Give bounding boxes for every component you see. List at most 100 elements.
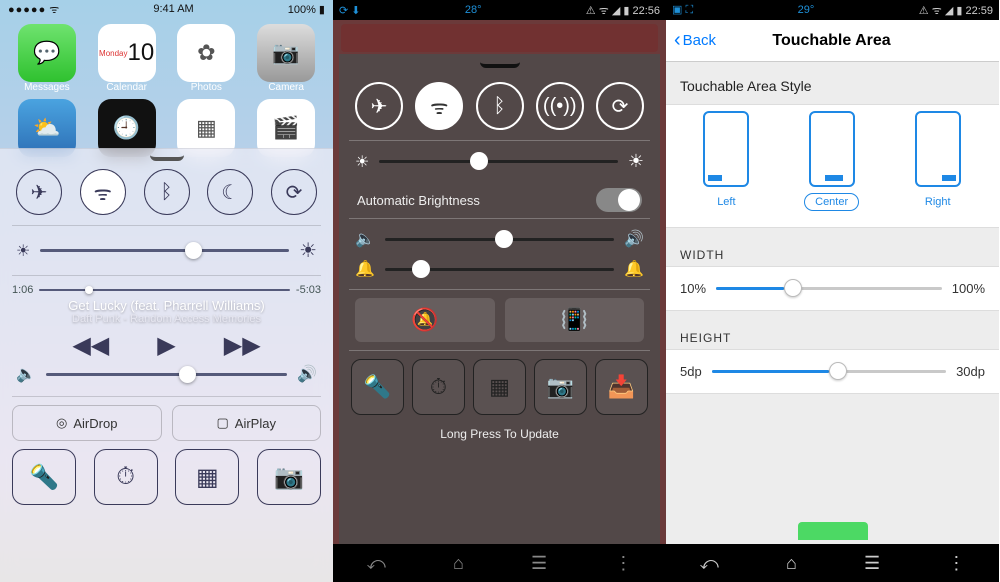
shortcut-row: 🔦⏱▦📷📥 (349, 351, 650, 423)
battery: 100% ▮ (288, 3, 325, 16)
home-button[interactable]: ⌂ (453, 553, 464, 574)
calculator-shortcut[interactable]: ▦ (473, 359, 526, 415)
app-camera[interactable]: 📷Camera (249, 24, 323, 93)
camera-shortcut[interactable]: 📷 (534, 359, 587, 415)
brightness-low-icon: ☀︎ (16, 241, 30, 261)
settings-screenshot: ▣ ⛶ 29° ⚠ ᯤ ◢ ▮ 22:59 ‹Back Touchable Ar… (666, 0, 999, 582)
recents-button[interactable]: ☰ (531, 553, 547, 574)
brightness-slider[interactable]: ☀︎ ☀︎ (349, 141, 650, 182)
style-option-center[interactable]: Center (804, 111, 859, 211)
airplane-toggle[interactable]: ✈︎ (355, 82, 403, 130)
dnd-toggle[interactable]: ☾ (207, 169, 253, 215)
height-slider[interactable]: 5dp 30dp (666, 349, 999, 394)
flashlight-shortcut[interactable]: 🔦 (12, 449, 76, 505)
width-min: 10% (680, 281, 706, 296)
grabber-icon[interactable] (150, 155, 184, 161)
wifi-toggle[interactable]: ᯤ (415, 82, 463, 130)
status-bar: ●●●●● ᯤ 9:41 AM 100% ▮ (0, 0, 333, 18)
wifi-icon: ᯤ (49, 4, 59, 16)
chevron-left-icon: ‹ (674, 29, 681, 52)
height-max: 30dp (956, 364, 985, 379)
brightness-low-icon: ☀︎ (355, 152, 369, 172)
volume-low-icon: 🔈 (16, 364, 36, 384)
width-label: WIDTH (666, 228, 999, 266)
ios-screenshot: ●●●●● ᯤ 9:41 AM 100% ▮ 💬MessagesMonday10… (0, 0, 333, 582)
android-cc-screenshot: ⟳ ⬇ 28° ⚠ ᯤ ◢ ▮ 22:56 ✈︎ᯤᛒ((•))⟳ ☀︎ ☀︎ A… (333, 0, 666, 582)
vibrate-icon: 📳 (561, 307, 588, 333)
width-slider[interactable]: 10% 100% (666, 266, 999, 311)
search-bar[interactable] (341, 24, 658, 52)
clock: 9:41 AM (153, 3, 193, 15)
ringer-slider[interactable]: 🔔 🔔 (349, 259, 650, 289)
style-option-right[interactable]: Right (914, 111, 962, 211)
back-button[interactable]: ⤺ (700, 553, 719, 574)
app-messages[interactable]: 💬Messages (10, 24, 84, 93)
prev-track-button[interactable]: ◀◀ (72, 331, 109, 360)
menu-button[interactable]: ⋮ (614, 553, 632, 574)
auto-brightness-toggle[interactable] (596, 188, 642, 212)
width-max: 100% (952, 281, 985, 296)
volume-low-icon: 🔈 (355, 229, 375, 249)
flashlight-shortcut[interactable]: 🔦 (351, 359, 404, 415)
height-label: HEIGHT (666, 311, 999, 349)
back-button[interactable]: ⤺ (367, 553, 386, 574)
hotspot-toggle[interactable]: ((•)) (536, 82, 584, 130)
airdrop-icon: ◎ (56, 415, 67, 431)
back-button[interactable]: ‹Back (666, 29, 724, 52)
volume-slider[interactable]: 🔈 🔊 (12, 360, 321, 388)
inbox-shortcut[interactable]: 📥 (595, 359, 648, 415)
control-panel: ✈︎ᯤᛒ((•))⟳ ☀︎ ☀︎ Automatic Brightness 🔈 … (339, 54, 660, 544)
nav-header: ‹Back Touchable Area (666, 20, 999, 62)
next-track-button[interactable]: ▶▶ (224, 331, 261, 360)
auto-brightness-label: Automatic Brightness (357, 193, 480, 208)
home-button[interactable]: ⌂ (786, 553, 797, 574)
elapsed-time: 1:06 (12, 284, 33, 296)
timer-shortcut[interactable]: ⏱ (94, 449, 158, 505)
volume-high-icon: 🔊 (297, 364, 317, 384)
bluetooth-toggle[interactable]: ᛒ (476, 82, 524, 130)
style-options: Left Center Right (666, 104, 999, 228)
ringer-low-icon: 🔔 (355, 259, 375, 279)
wifi-toggle[interactable]: ᯤ (80, 169, 126, 215)
style-section-label: Touchable Area Style (666, 62, 999, 104)
remaining-time: -5:03 (296, 284, 321, 296)
now-playing: Get Lucky (feat. Pharrell Williams) Daft… (12, 298, 321, 325)
height-min: 5dp (680, 364, 702, 379)
volume-slider[interactable]: 🔈 🔊 (349, 219, 650, 259)
nav-bar: ⤺ ⌂ ☰ ⋮ (333, 544, 666, 582)
timer-shortcut[interactable]: ⏱ (412, 359, 465, 415)
toggle-row: ✈︎ ᯤᛒ ☾ ⟳ (12, 167, 321, 217)
grabber-icon[interactable] (480, 62, 520, 68)
signal-dots: ●●●●● (8, 4, 46, 16)
status-bar: ▣ ⛶ 29° ⚠ ᯤ ◢ ▮ 22:59 (666, 0, 999, 20)
status-bar: ⟳ ⬇ 28° ⚠ ᯤ ◢ ▮ 22:56 (333, 0, 666, 20)
brightness-high-icon: ☀︎ (299, 238, 317, 263)
recents-button[interactable]: ☰ (864, 553, 880, 574)
style-option-left[interactable]: Left (703, 111, 749, 211)
brightness-slider[interactable]: ☀︎ ☀︎ (12, 234, 321, 267)
nav-bar: ⤺ ⌂ ☰ ⋮ (666, 544, 999, 582)
ringer-high-icon: 🔔 (624, 259, 644, 279)
airplane-toggle[interactable]: ✈︎ (16, 169, 62, 215)
play-button[interactable]: ▶ (157, 331, 175, 360)
menu-button[interactable]: ⋮ (947, 553, 965, 574)
page-title: Touchable Area (724, 32, 999, 50)
airplay-icon: ▢ (217, 415, 229, 431)
app-photos[interactable]: ✿Photos (170, 24, 244, 93)
silent-mode-button[interactable]: 🔕 (355, 298, 495, 342)
scrubber[interactable]: 1:06 -5:03 (12, 284, 321, 296)
bell-off-icon: 🔕 (411, 307, 438, 333)
brightness-high-icon: ☀︎ (628, 151, 644, 172)
camera-shortcut[interactable]: 📷 (257, 449, 321, 505)
volume-high-icon: 🔊 (624, 229, 644, 249)
rotation-lock-toggle[interactable]: ⟳ (271, 169, 317, 215)
vibrate-mode-button[interactable]: 📳 (505, 298, 645, 342)
shortcut-row: 🔦 ⏱ ▦ 📷 (12, 449, 321, 505)
bluetooth-toggle[interactable]: ᛒ (144, 169, 190, 215)
toggle-row: ✈︎ᯤᛒ((•))⟳ (349, 78, 650, 140)
rotation-lock-toggle[interactable]: ⟳ (596, 82, 644, 130)
calculator-shortcut[interactable]: ▦ (175, 449, 239, 505)
airdrop-button[interactable]: ◎AirDrop (12, 405, 162, 441)
app-calendar[interactable]: Monday10Calendar (90, 24, 164, 93)
airplay-button[interactable]: ▢AirPlay (172, 405, 322, 441)
